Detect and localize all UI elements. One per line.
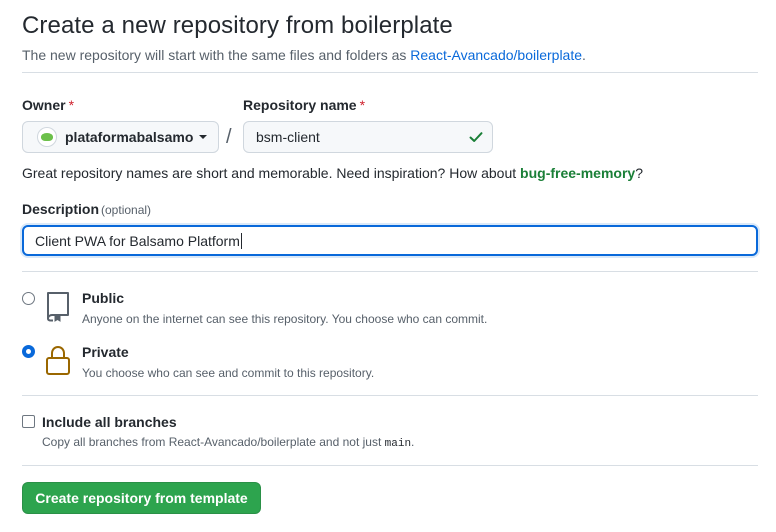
divider: [22, 72, 758, 73]
check-icon: [469, 132, 483, 142]
repository-name-value: bsm-client: [256, 129, 320, 145]
lock-icon: [46, 345, 70, 375]
owner-label: Owner *: [22, 97, 74, 113]
owner-repo-separator: /: [226, 126, 232, 148]
branches-description-suffix: .: [411, 435, 415, 449]
optional-tag: (optional): [101, 203, 152, 217]
owner-name: plataformabalsamo: [65, 129, 194, 145]
owner-dropdown[interactable]: plataformabalsamo: [22, 121, 219, 153]
page-subtitle: The new repository will start with the s…: [22, 47, 586, 63]
text-cursor: [240, 232, 242, 249]
required-mark: *: [68, 97, 75, 113]
owner-label-text: Owner: [22, 97, 66, 113]
visibility-private-description: You choose who can see and commit to thi…: [82, 366, 375, 380]
repo-book-icon: [47, 292, 69, 322]
visibility-public-radio[interactable]: [22, 292, 35, 305]
name-suggestion[interactable]: bug-free-memory: [520, 165, 635, 181]
include-all-branches-label: Include all branches: [42, 414, 177, 430]
subtitle-prefix: The new repository will start with the s…: [22, 47, 411, 63]
divider: [22, 271, 758, 272]
chevron-down-icon: [199, 135, 208, 139]
hint-suffix: ?: [635, 165, 643, 181]
create-repository-button[interactable]: Create repository from template: [22, 482, 261, 514]
name-hint: Great repository names are short and mem…: [22, 165, 643, 181]
owner-avatar: [37, 127, 57, 147]
description-label: Description (optional): [22, 201, 151, 217]
template-link[interactable]: React-Avancado/boilerplate: [410, 47, 582, 63]
description-value: Client PWA for Balsamo Platform: [35, 232, 240, 249]
description-input[interactable]: Client PWA for Balsamo Platform: [22, 225, 758, 256]
divider: [22, 395, 758, 396]
include-all-branches-checkbox[interactable]: [22, 415, 35, 428]
required-mark: *: [359, 97, 366, 113]
divider: [22, 465, 758, 466]
visibility-private-radio[interactable]: [22, 345, 35, 358]
visibility-public-description: Anyone on the internet can see this repo…: [82, 312, 488, 326]
visibility-public-title: Public: [82, 290, 125, 306]
subtitle-suffix: .: [582, 47, 586, 63]
repo-name-label-text: Repository name: [243, 97, 357, 113]
branches-description-text: Copy all branches from React-Avancado/bo…: [42, 435, 385, 449]
include-all-branches-description: Copy all branches from React-Avancado/bo…: [42, 435, 414, 450]
description-label-text: Description: [22, 201, 100, 217]
hint-text: Great repository names are short and mem…: [22, 165, 521, 181]
repository-name-input[interactable]: bsm-client: [243, 121, 493, 153]
page-title: Create a new repository from boilerplate: [22, 12, 453, 39]
branch-code: main: [384, 438, 412, 450]
visibility-private-title: Private: [82, 344, 129, 360]
repo-name-label: Repository name *: [243, 97, 365, 113]
